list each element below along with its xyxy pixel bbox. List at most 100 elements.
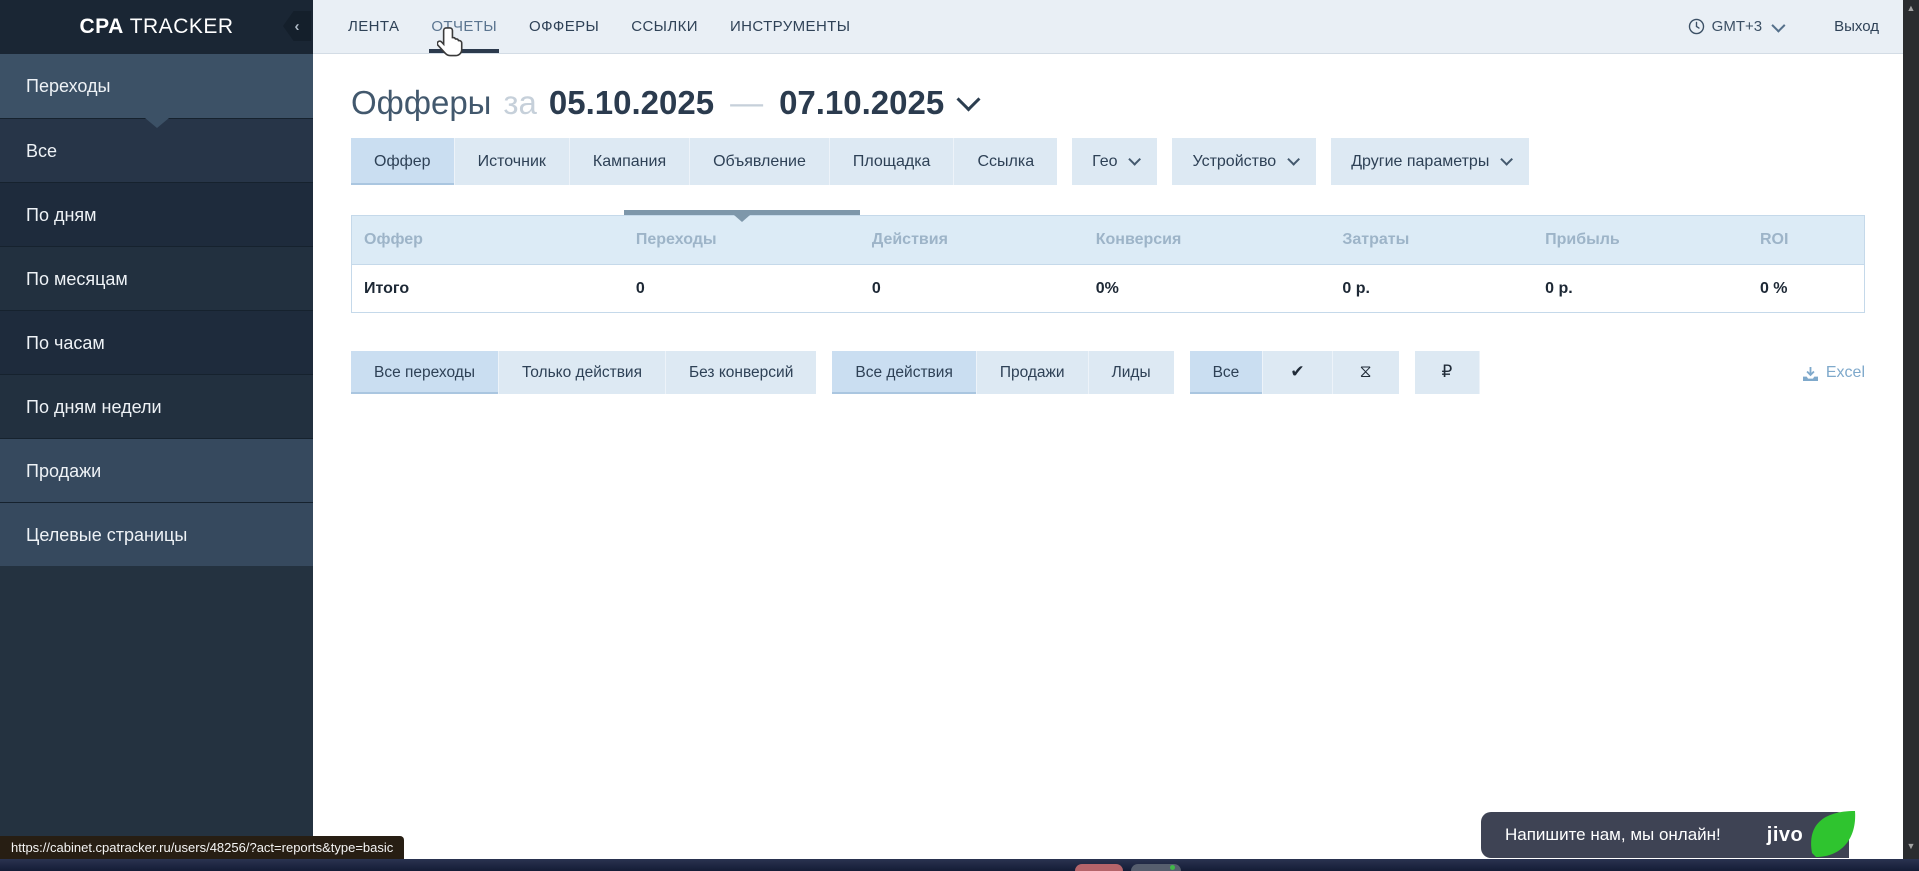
geo-dropdown-label: Гео — [1092, 138, 1117, 185]
col-header-zatraty[interactable]: Затраты — [1330, 216, 1533, 265]
sidebar-item-label: Целевые страницы — [26, 525, 187, 545]
totals-label: Итого — [352, 265, 624, 313]
page-title: Офферы — [351, 84, 491, 122]
traffic-filter-group: Все переходы Только действия Без конверс… — [351, 351, 816, 394]
main-content: Офферы за 05.10.2025 — 07.10.2025 Оффер … — [313, 54, 1903, 871]
top-navigation: ЛЕНТА ОТЧЕТЫ ОФФЕРЫ ССЫЛКИ ИНСТРУМЕНТЫ G… — [313, 0, 1903, 54]
brand-bold: CPA — [79, 15, 123, 38]
table-header-row: Оффер Переходы Действия Конверсия Затрат… — [352, 216, 1865, 265]
col-header-offer[interactable]: Оффер — [352, 216, 624, 265]
sidebar-item-po-mesyacam[interactable]: По месяцам — [0, 246, 313, 310]
tab-offer[interactable]: Оффер — [351, 138, 455, 185]
nav-item-otchety[interactable]: ОТЧЕТЫ — [429, 0, 499, 53]
chevron-down-icon — [1287, 153, 1300, 166]
brand-rest: TRACKER — [124, 15, 234, 38]
sidebar-item-perehody[interactable]: Переходы — [0, 54, 313, 118]
actions-filter-group: Все действия Продажи Лиды — [832, 351, 1173, 394]
nav-item-ssylki[interactable]: ССЫЛКИ — [629, 0, 700, 53]
nav-item-lenta[interactable]: ЛЕНТА — [346, 0, 401, 53]
filter-vse-deystviya[interactable]: Все действия — [832, 351, 976, 394]
taskbar-app-icon — [1075, 864, 1123, 871]
jivo-logo: jivo — [1767, 824, 1803, 847]
col-header-roi[interactable]: ROI — [1748, 216, 1865, 265]
date-range-chevron-icon[interactable] — [957, 87, 981, 111]
scrollbar[interactable]: ▲ ▼ — [1903, 0, 1919, 859]
nav-item-instrumenty[interactable]: ИНСТРУМЕНТЫ — [728, 0, 853, 53]
tab-ssylka[interactable]: Ссылка — [954, 138, 1057, 185]
sidebar-item-label: По дням — [26, 205, 97, 225]
nav-right: GMT+3 Выход — [1688, 18, 1903, 35]
chevron-down-icon — [1129, 153, 1142, 166]
nav-item-offery[interactable]: ОФФЕРЫ — [527, 0, 601, 53]
filter-vse-perehody[interactable]: Все переходы — [351, 351, 499, 394]
date-to[interactable]: 07.10.2025 — [779, 84, 944, 122]
sort-indicator — [624, 210, 860, 215]
sidebar-item-po-dnyam-nedeli[interactable]: По дням недели — [0, 374, 313, 438]
dimension-tabs-row: Оффер Источник Кампания Объявление Площа… — [351, 138, 1865, 185]
filter-tolko-deystviya[interactable]: Только действия — [499, 351, 666, 394]
date-separator: — — [730, 84, 763, 122]
sidebar-item-prodazhi[interactable]: Продажи — [0, 438, 313, 502]
col-header-perehody[interactable]: Переходы — [624, 216, 860, 265]
geo-dropdown[interactable]: Гео — [1072, 138, 1157, 185]
tab-ploschadka[interactable]: Площадка — [830, 138, 955, 185]
ruble-icon[interactable]: ₽ — [1415, 351, 1481, 394]
sidebar-item-po-dnyam[interactable]: По дням — [0, 182, 313, 246]
logout-link[interactable]: Выход — [1834, 18, 1879, 35]
sidebar-item-celevye-stranicy[interactable]: Целевые страницы — [0, 502, 313, 566]
title-preposition: за — [503, 84, 536, 122]
col-header-konversiya[interactable]: Конверсия — [1084, 216, 1331, 265]
sidebar-item-label: Продажи — [26, 461, 101, 481]
chevron-down-icon — [1771, 18, 1785, 32]
filter-bez-konversiy[interactable]: Без конверсий — [666, 351, 816, 394]
chevron-down-icon — [1501, 153, 1514, 166]
scroll-up-icon[interactable]: ▲ — [1903, 3, 1919, 13]
chat-message: Напишите нам, мы онлайн! — [1481, 825, 1721, 845]
collapse-chevron-icon: ‹ — [295, 18, 300, 35]
totals-clicks: 0 — [624, 265, 860, 313]
totals-conversion: 0% — [1084, 265, 1331, 313]
sidebar-item-label: Переходы — [26, 76, 110, 96]
date-from[interactable]: 05.10.2025 — [549, 84, 714, 122]
table-row-totals: Итого 0 0 0% 0 р. 0 р. 0 % — [352, 265, 1865, 313]
nav-items: ЛЕНТА ОТЧЕТЫ ОФФЕРЫ ССЫЛКИ ИНСТРУМЕНТЫ — [313, 0, 880, 53]
filter-prodazhi[interactable]: Продажи — [977, 351, 1089, 394]
tab-obyavlenie[interactable]: Объявление — [690, 138, 830, 185]
report-table-wrap: Оффер Переходы Действия Конверсия Затрат… — [351, 215, 1865, 313]
jivo-chat-widget[interactable]: Напишите нам, мы онлайн! jivo — [1481, 812, 1849, 858]
sidebar-item-label: Все — [26, 141, 57, 161]
device-dropdown[interactable]: Устройство — [1172, 138, 1316, 185]
taskbar-edge — [0, 859, 1919, 871]
status-filter-group: Все ✔ ⧖ — [1190, 351, 1399, 394]
totals-roi: 0 % — [1748, 265, 1865, 313]
brand-text: CPA TRACKER — [79, 15, 233, 39]
col-header-deystviya[interactable]: Действия — [860, 216, 1084, 265]
hourglass-icon[interactable]: ⧖ — [1333, 351, 1399, 394]
timezone-selector[interactable]: GMT+3 — [1688, 18, 1782, 35]
tab-kampaniya[interactable]: Кампания — [570, 138, 690, 185]
dimension-segments: Оффер Источник Кампания Объявление Площа… — [351, 138, 1057, 185]
app-logo: CPA TRACKER ‹ — [0, 0, 313, 54]
status-dot — [1170, 865, 1175, 870]
excel-export-link[interactable]: Excel — [1803, 364, 1865, 382]
sidebar-item-po-chasam[interactable]: По часам — [0, 310, 313, 374]
filter-lidy[interactable]: Лиды — [1089, 351, 1174, 394]
tab-istochnik[interactable]: Источник — [455, 138, 570, 185]
col-header-pribyl[interactable]: Прибыль — [1533, 216, 1748, 265]
timezone-label: GMT+3 — [1712, 18, 1762, 35]
sidebar-item-label: По часам — [26, 333, 105, 353]
totals-profit: 0 р. — [1533, 265, 1748, 313]
sidebar-collapse-button[interactable]: ‹ — [283, 11, 311, 41]
other-params-dropdown[interactable]: Другие параметры — [1331, 138, 1529, 185]
filter-status-vse[interactable]: Все — [1190, 351, 1264, 394]
checkmark-icon[interactable]: ✔ — [1263, 351, 1332, 394]
filters-row: Все переходы Только действия Без конверс… — [351, 351, 1865, 394]
sidebar-item-label: По дням недели — [26, 397, 162, 417]
clock-icon — [1688, 18, 1705, 35]
report-title-row: Офферы за 05.10.2025 — 07.10.2025 — [351, 80, 1865, 126]
scroll-down-icon[interactable]: ▼ — [1903, 841, 1919, 851]
excel-label: Excel — [1826, 364, 1865, 382]
download-icon — [1803, 367, 1818, 381]
jivo-leaf-icon — [1805, 809, 1857, 864]
totals-costs: 0 р. — [1330, 265, 1533, 313]
